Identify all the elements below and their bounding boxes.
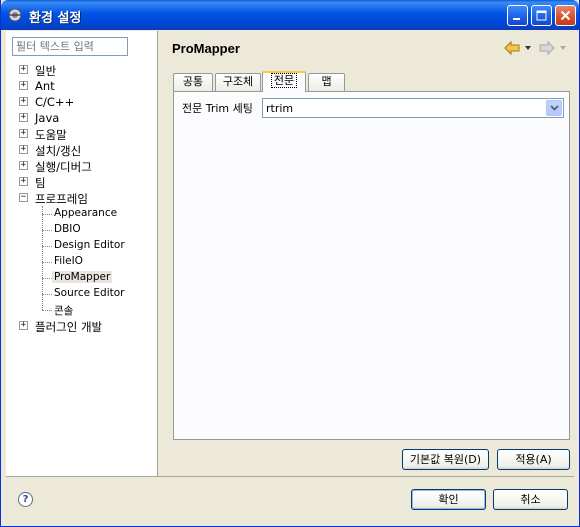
expand-plus-icon[interactable]: + (19, 129, 28, 138)
tab-common[interactable]: 공통 (173, 73, 213, 91)
tree-item-cpp[interactable]: + C/C++ (6, 94, 158, 110)
tab-message[interactable]: 전문 (262, 71, 306, 92)
restore-defaults-button[interactable]: 기본값 복원(D) (402, 449, 489, 470)
close-button[interactable] (555, 5, 576, 26)
expand-plus-icon[interactable]: + (19, 145, 28, 154)
tab-panel-message: 전문 Trim 세팅 rtrim (173, 91, 570, 440)
close-icon (560, 10, 571, 21)
tree-item-java[interactable]: + Java (6, 110, 158, 126)
tree-item-source-editor[interactable]: Source Editor (6, 286, 158, 302)
forward-arrow-icon[interactable] (539, 41, 555, 55)
trim-setting-select[interactable]: rtrim (262, 98, 564, 118)
apply-button[interactable]: 적용(A) (497, 449, 570, 470)
expand-plus-icon[interactable]: + (19, 65, 28, 74)
tree-item-promapper[interactable]: ProMapper (6, 270, 158, 286)
tree-item-proframe[interactable]: − 프로프레임 (6, 190, 158, 206)
tree-item-team[interactable]: + 팀 (6, 174, 158, 190)
back-dropdown-icon[interactable] (525, 46, 531, 50)
tree-item-dbio[interactable]: DBIO (6, 222, 158, 238)
window-title: 환경 설정 (29, 11, 82, 26)
preferences-window: 환경 설정 + 일반 + Ant + C/C++ (0, 0, 580, 527)
back-arrow-icon[interactable] (504, 41, 520, 55)
trim-setting-value: rtrim (266, 102, 294, 115)
maximize-icon (536, 10, 547, 21)
filter-input[interactable] (12, 37, 128, 56)
cancel-button[interactable]: 취소 (493, 489, 568, 510)
preferences-tree: + 일반 + Ant + C/C++ + Java + 도움말 + 설치/갱신 (6, 62, 158, 334)
expand-plus-icon[interactable]: + (19, 321, 28, 330)
collapse-minus-icon[interactable]: − (19, 193, 28, 202)
expand-plus-icon[interactable]: + (19, 113, 28, 122)
tree-item-design-editor[interactable]: Design Editor (6, 238, 158, 254)
minimize-icon (513, 18, 520, 20)
expand-plus-icon[interactable]: + (19, 97, 28, 106)
preference-page: ProMapper 공통 구조체 전문 맵 전문 Trim 세팅 rtrim 기… (159, 31, 579, 476)
expand-plus-icon[interactable]: + (19, 177, 28, 186)
expand-plus-icon[interactable]: + (19, 81, 28, 90)
trim-setting-label: 전문 Trim 세팅 (182, 102, 253, 115)
maximize-button[interactable] (531, 5, 552, 26)
tree-item-install-update[interactable]: + 설치/갱신 (6, 142, 158, 158)
expand-plus-icon[interactable]: + (19, 161, 28, 170)
tree-item-ant[interactable]: + Ant (6, 78, 158, 94)
tree-item-fileio[interactable]: FileIO (6, 254, 158, 270)
tree-item-general[interactable]: + 일반 (6, 62, 158, 78)
ok-button[interactable]: 확인 (411, 489, 486, 510)
page-title: ProMapper (172, 41, 240, 56)
tree-item-help[interactable]: + 도움말 (6, 126, 158, 142)
tab-map[interactable]: 맵 (308, 73, 345, 91)
forward-dropdown-icon[interactable] (560, 46, 566, 50)
tree-item-appearance[interactable]: Appearance (6, 206, 158, 222)
divider (6, 476, 574, 477)
minimize-button[interactable] (507, 5, 528, 26)
tree-item-console[interactable]: 콘솔 (6, 302, 158, 318)
title-bar[interactable]: 환경 설정 (1, 0, 579, 30)
eclipse-app-icon (8, 8, 22, 22)
help-icon[interactable]: ? (18, 492, 33, 507)
tab-structure[interactable]: 구조체 (215, 73, 261, 91)
chevron-down-icon[interactable] (546, 100, 562, 116)
tree-item-plugin-dev[interactable]: + 플러그인 개발 (6, 318, 158, 334)
tree-item-run-debug[interactable]: + 실행/디버그 (6, 158, 158, 174)
preferences-tree-pane: + 일반 + Ant + C/C++ + Java + 도움말 + 설치/갱신 (6, 31, 158, 476)
